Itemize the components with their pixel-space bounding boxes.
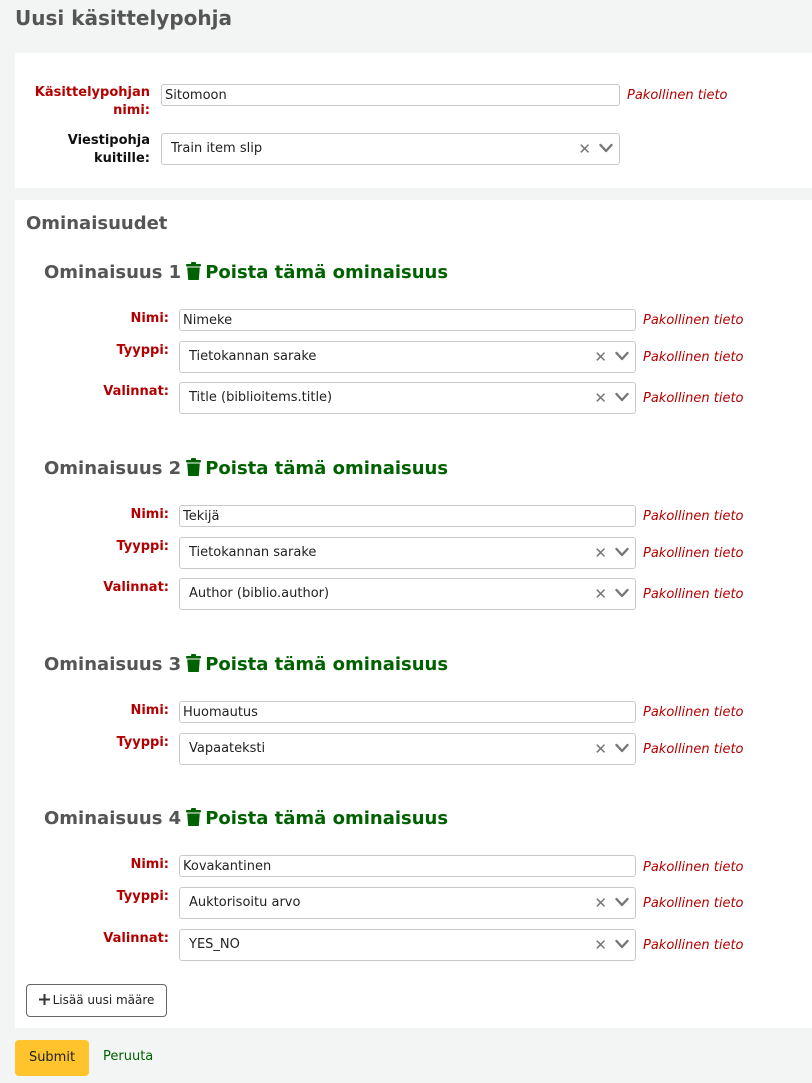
delete-property-label: Poista tämä ominaisuus xyxy=(205,808,449,829)
template-name-label: Käsittelypohjan nimi: xyxy=(34,85,150,118)
required-note: Pakollinen tieto xyxy=(627,88,728,103)
property-options-value: YES_NO xyxy=(189,937,240,952)
clear-icon[interactable]: ✕ xyxy=(594,538,607,568)
chevron-down-icon[interactable] xyxy=(615,351,629,361)
clear-icon[interactable]: ✕ xyxy=(594,888,607,918)
delete-property-link[interactable]: Poista tämä ominaisuus xyxy=(181,654,448,675)
name-label: Nimi: xyxy=(130,507,169,522)
submit-button[interactable]: Submit xyxy=(15,1040,89,1076)
property-name-input[interactable] xyxy=(179,701,636,723)
property-title: Ominaisuus 1 xyxy=(44,262,182,283)
chevron-down-icon[interactable] xyxy=(615,743,629,753)
property-name-input[interactable] xyxy=(179,505,636,527)
property-2: Ominaisuus 2 Poista tämä ominaisuus xyxy=(44,458,448,479)
delete-property-link[interactable]: Poista tämä ominaisuus xyxy=(181,808,448,829)
property-options-select[interactable]: Author (biblio.author) ✕ xyxy=(179,578,636,610)
required-note: Pakollinen tieto xyxy=(643,509,744,524)
property-title: Ominaisuus 2 xyxy=(44,458,182,479)
chevron-down-icon[interactable] xyxy=(615,588,629,598)
delete-property-link[interactable]: Poista tämä ominaisuus xyxy=(181,458,448,479)
property-type-value: Tietokannan sarake xyxy=(189,349,317,364)
properties-title: Ominaisuudet xyxy=(26,213,168,234)
name-label: Nimi: xyxy=(130,311,169,326)
delete-property-label: Poista tämä ominaisuus xyxy=(205,262,449,283)
clear-icon[interactable]: ✕ xyxy=(594,383,607,413)
property-type-value: Auktorisoitu arvo xyxy=(189,895,301,910)
property-title: Ominaisuus 3 xyxy=(44,654,182,675)
clear-icon[interactable]: ✕ xyxy=(594,579,607,609)
required-note: Pakollinen tieto xyxy=(643,350,744,365)
name-label: Nimi: xyxy=(130,703,169,718)
trash-icon xyxy=(186,654,202,672)
plus-icon xyxy=(38,994,50,1005)
add-property-label: Lisää uusi määre xyxy=(52,993,155,1007)
clear-icon[interactable]: ✕ xyxy=(594,734,607,764)
slip-template-select[interactable]: Train item slip ✕ xyxy=(161,133,620,165)
property-options-select[interactable]: YES_NO ✕ xyxy=(179,929,636,961)
required-note: Pakollinen tieto xyxy=(643,705,744,720)
property-type-select[interactable]: Auktorisoitu arvo ✕ xyxy=(179,887,636,919)
property-type-select[interactable]: Vapaateksti ✕ xyxy=(179,733,636,765)
required-note: Pakollinen tieto xyxy=(643,313,744,328)
type-label: Tyyppi: xyxy=(116,735,169,750)
options-label: Valinnat: xyxy=(103,384,169,399)
required-note: Pakollinen tieto xyxy=(643,860,744,875)
slip-template-label: Viestipohja kuitille: xyxy=(67,133,150,166)
chevron-down-icon[interactable] xyxy=(615,547,629,557)
property-name-input[interactable] xyxy=(179,855,636,877)
add-property-button[interactable]: Lisää uusi määre xyxy=(26,984,167,1017)
delete-property-label: Poista tämä ominaisuus xyxy=(205,458,449,479)
property-options-select[interactable]: Title (biblioitems.title) ✕ xyxy=(179,382,636,414)
required-note: Pakollinen tieto xyxy=(643,938,744,953)
required-note: Pakollinen tieto xyxy=(643,587,744,602)
property-3: Ominaisuus 3 Poista tämä ominaisuus xyxy=(44,654,448,675)
chevron-down-icon[interactable] xyxy=(599,143,613,153)
delete-property-link[interactable]: Poista tämä ominaisuus xyxy=(181,262,448,283)
delete-property-label: Poista tämä ominaisuus xyxy=(205,654,449,675)
trash-icon xyxy=(186,808,202,826)
clear-icon[interactable]: ✕ xyxy=(594,930,607,960)
cancel-link[interactable]: Peruuta xyxy=(103,1049,153,1064)
property-4: Ominaisuus 4 Poista tämä ominaisuus xyxy=(44,808,448,829)
property-1: Ominaisuus 1 Poista tämä ominaisuus xyxy=(44,262,448,283)
property-options-value: Title (biblioitems.title) xyxy=(189,390,333,405)
chevron-down-icon[interactable] xyxy=(615,939,629,949)
property-type-select[interactable]: Tietokannan sarake ✕ xyxy=(179,341,636,373)
property-title: Ominaisuus 4 xyxy=(44,808,182,829)
type-label: Tyyppi: xyxy=(116,539,169,554)
property-type-value: Tietokannan sarake xyxy=(189,545,317,560)
trash-icon xyxy=(186,458,202,476)
property-options-value: Author (biblio.author) xyxy=(189,586,330,601)
property-name-input[interactable] xyxy=(179,309,636,331)
chevron-down-icon[interactable] xyxy=(615,897,629,907)
clear-icon[interactable]: ✕ xyxy=(594,342,607,372)
name-label: Nimi: xyxy=(130,857,169,872)
page-title: Uusi käsittelypohja xyxy=(15,6,232,30)
chevron-down-icon[interactable] xyxy=(615,392,629,402)
required-note: Pakollinen tieto xyxy=(643,896,744,911)
required-note: Pakollinen tieto xyxy=(643,546,744,561)
property-type-select[interactable]: Tietokannan sarake ✕ xyxy=(179,537,636,569)
slip-template-value: Train item slip xyxy=(171,141,263,156)
trash-icon xyxy=(186,262,202,280)
template-name-input[interactable] xyxy=(161,84,620,106)
type-label: Tyyppi: xyxy=(116,343,169,358)
required-note: Pakollinen tieto xyxy=(643,391,744,406)
property-type-value: Vapaateksti xyxy=(189,741,266,756)
clear-icon[interactable]: ✕ xyxy=(578,134,591,164)
required-note: Pakollinen tieto xyxy=(643,742,744,757)
type-label: Tyyppi: xyxy=(116,889,169,904)
options-label: Valinnat: xyxy=(103,931,169,946)
options-label: Valinnat: xyxy=(103,580,169,595)
